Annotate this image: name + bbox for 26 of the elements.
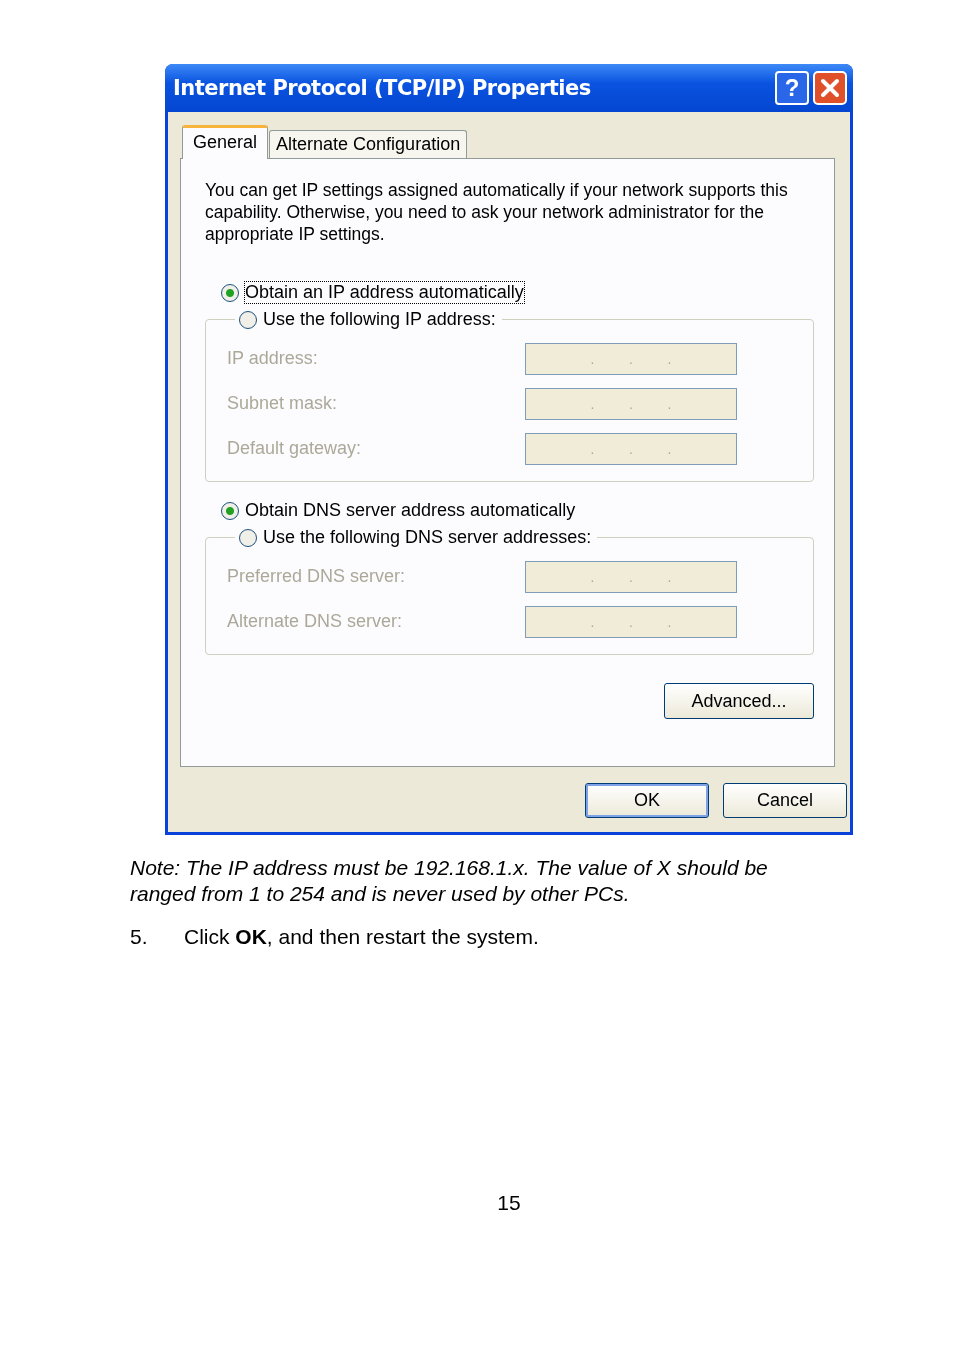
- ok-button[interactable]: OK: [585, 783, 709, 818]
- close-icon[interactable]: [813, 71, 847, 105]
- help-button[interactable]: ?: [775, 71, 809, 105]
- cancel-button[interactable]: Cancel: [723, 783, 847, 818]
- radio-label[interactable]: Use the following DNS server addresses:: [263, 527, 592, 548]
- field-label: Preferred DNS server:: [227, 566, 406, 587]
- tab[interactable]: General: [182, 125, 269, 159]
- radio-button[interactable]: [221, 283, 239, 302]
- radio-label[interactable]: Use the following IP address:: [263, 309, 496, 330]
- radio-label[interactable]: Obtain an IP address automatically: [245, 282, 524, 303]
- page-number: 15: [497, 1191, 521, 1214]
- step-number: 5.: [130, 925, 149, 949]
- description-text: You can get IP settings assigned automatically if your network supports this capability. Otherwise, you need to ask your network administrator for the appropriate IP settings.: [205, 179, 789, 245]
- tab[interactable]: Alternate Configuration: [269, 130, 468, 158]
- radio-button[interactable]: [239, 310, 257, 329]
- field-label: Subnet mask:: [227, 393, 338, 414]
- note-text: Note: The IP address must be 192.168.1.x. The value of X should be ranged from 1 to 254 and is never used by other PCs.: [130, 855, 769, 907]
- field-label: IP address:: [227, 348, 318, 369]
- radio-button[interactable]: [239, 528, 257, 547]
- radio-label[interactable]: Obtain DNS server address automatically: [245, 500, 576, 521]
- field-label: Alternate DNS server:: [227, 611, 403, 632]
- field-label: Default gateway:: [227, 438, 362, 459]
- window-title: Internet Protocol (TCP/IP) Properties: [173, 76, 591, 100]
- advanced-button[interactable]: Advanced...: [664, 683, 814, 719]
- step-text: Click OK, and then restart the system.: [184, 925, 539, 949]
- radio-button[interactable]: [221, 501, 239, 520]
